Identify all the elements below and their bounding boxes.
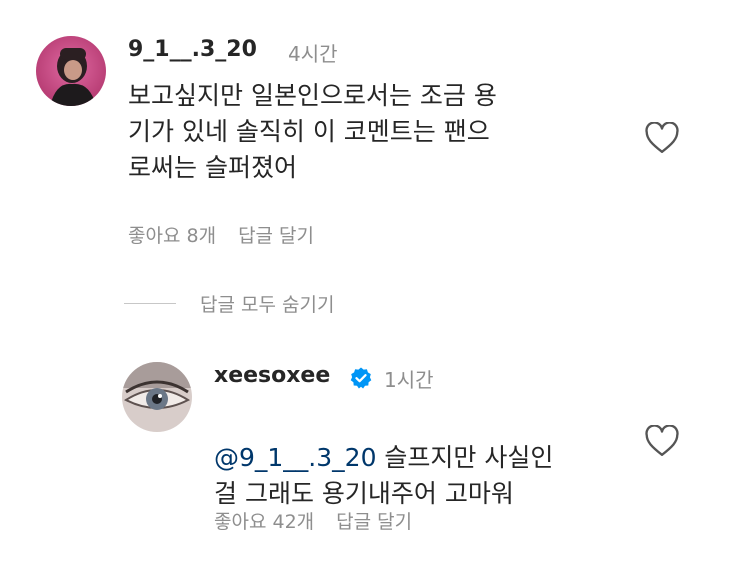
heart-outline-icon [645,424,679,456]
reply-text-line1: 슬프지만 사실인 [376,443,554,472]
verified-badge [349,366,373,394]
reply-timestamp[interactable]: 1시간 [384,364,434,393]
reply-avatar[interactable] [122,362,192,432]
verified-badge-icon [350,367,372,389]
comment-timestamp[interactable]: 4시간 [288,38,338,67]
reply-like-button[interactable] [644,424,680,461]
comment-likes-count[interactable]: 좋아요 8개 [128,221,216,248]
avatar-photo-icon [36,36,106,106]
heart-outline-icon [645,121,679,153]
reply-reply-button[interactable]: 답글 달기 [336,507,412,534]
comment-meta: 좋아요 8개 답글 달기 [128,221,314,248]
commenter-avatar[interactable] [36,36,106,106]
reply-likes-count[interactable]: 좋아요 42개 [214,507,314,534]
reply-meta: 좋아요 42개 답글 달기 [214,507,412,534]
comment-like-button[interactable] [644,121,680,158]
divider-line [124,303,176,304]
hide-replies-label: 답글 모두 숨기기 [200,294,335,316]
comment-text: 보고싶지만 일본인으로서는 조금 용 기가 있네 솔직히 이 코멘트는 팬으 로… [128,81,497,182]
hide-replies-toggle[interactable]: 답글 모두 숨기기 [124,290,334,317]
reply-text-line2: 걸 그래도 용기내주어 고마워 [214,479,514,508]
reply-username[interactable]: xeesoxee [214,363,330,388]
comment-reply-button[interactable]: 답글 달기 [238,221,314,248]
avatar-photo-icon [122,362,192,432]
reply-text: @9_1__.3_20 슬프지만 사실인걸 그래도 용기내주어 고마워 [214,404,634,512]
comment-username[interactable]: 9_1__.3_20 [128,37,257,62]
reply-mention-link[interactable]: @9_1__.3_20 [214,443,376,472]
